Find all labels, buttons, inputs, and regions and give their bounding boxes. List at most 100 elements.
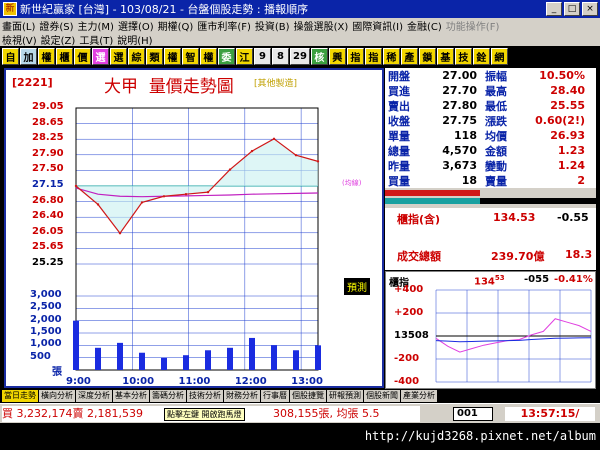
- tab-0[interactable]: 當日走勢: [2, 390, 38, 402]
- stat-v2: 1.23: [557, 144, 585, 157]
- chart-title: 大甲 量價走勢圖: [104, 72, 234, 97]
- stock-name: 大甲: [104, 77, 138, 97]
- tab-7[interactable]: 行事曆: [261, 390, 289, 402]
- toolbar-button[interactable]: 選: [110, 47, 127, 65]
- mini-tick-label: -200: [394, 353, 420, 364]
- time-tick-label: 11:00: [178, 376, 211, 387]
- tab-11[interactable]: 產業分析: [401, 390, 437, 402]
- toolbar-button[interactable]: 指: [364, 47, 382, 65]
- price-tick-label: 27.15: [32, 179, 64, 190]
- stat-lbl2: 漲跌: [485, 114, 507, 128]
- otc-index-box: 櫃指(含) 134.53 -0.55 成交總額 239.70億 18.3: [385, 208, 596, 270]
- menu-item[interactable]: 說明(H): [115, 32, 154, 47]
- menu-item[interactable]: 功能操作(F): [444, 18, 502, 33]
- toolbar-button[interactable]: 興: [328, 47, 346, 65]
- toolbar-button[interactable]: 權: [200, 47, 217, 65]
- menu-item[interactable]: 主力(M): [76, 18, 116, 33]
- close-button[interactable]: ×: [582, 2, 598, 16]
- status-bar: 買 3,232,174賣 2,181,539 308,155張, 均張 5.5 點…: [0, 403, 600, 423]
- mini-change: -055: [524, 274, 550, 285]
- tab-5[interactable]: 技術分析: [187, 390, 223, 402]
- tab-3[interactable]: 基本分析: [113, 390, 149, 402]
- stat-v1: 3,673: [442, 159, 477, 172]
- stat-row: 買進 27.70 最高 28.40: [385, 83, 596, 98]
- menu-item[interactable]: 選擇(O): [116, 18, 156, 33]
- toolbar-button[interactable]: 類: [146, 47, 163, 65]
- stat-row: 單量 118 均價 26.93: [385, 128, 596, 143]
- price-point: [140, 201, 144, 204]
- toolbar-button[interactable]: 選: [92, 47, 109, 65]
- stat-lbl2: 振幅: [485, 69, 507, 83]
- tab-8[interactable]: 個股捷覽: [290, 390, 326, 402]
- maximize-button[interactable]: □: [564, 2, 580, 16]
- page-number[interactable]: 001: [453, 407, 493, 421]
- stat-row: 賣出 27.80 最低 25.55: [385, 98, 596, 113]
- toolbar-button[interactable]: 稀: [382, 47, 400, 65]
- menu-item[interactable]: 畫面(L): [0, 18, 37, 33]
- menu-item[interactable]: 工具(T): [77, 32, 115, 47]
- volume-bar: [293, 350, 299, 370]
- window-title: 新世紀贏家 [台灣] - 103/08/21 - 台盤個股走勢 : 播報順序: [20, 3, 309, 16]
- stat-v2: 26.93: [550, 129, 585, 142]
- volume-tick-label: 2,500: [30, 301, 62, 313]
- volume-bar: [95, 347, 101, 370]
- minimize-button[interactable]: _: [546, 2, 562, 16]
- toolbar-button[interactable]: 自: [2, 47, 19, 65]
- menu-item[interactable]: 設定(Z): [39, 32, 78, 47]
- toolbar-button[interactable]: 權: [164, 47, 181, 65]
- toolbar-button[interactable]: 銓: [472, 47, 490, 65]
- toolbar-button[interactable]: 鎖: [418, 47, 436, 65]
- stat-lbl2: 最高: [485, 84, 507, 98]
- toolbar-button[interactable]: 價: [74, 47, 91, 65]
- toolbar-button[interactable]: 指: [346, 47, 364, 65]
- mini-tick-label: +400: [394, 284, 424, 295]
- toolbar-button[interactable]: 江: [236, 47, 253, 65]
- menu-item[interactable]: 金融(C): [405, 18, 444, 33]
- stat-v1: 27.80: [442, 99, 477, 112]
- toolbar-button[interactable]: 綜: [128, 47, 145, 65]
- toolbar-button[interactable]: 技: [454, 47, 472, 65]
- menu-bar: 畫面(L) 證券(S) 主力(M) 選擇(O) 期權(Q) 匯市利率(F) 投資(B) 操盤選…: [0, 18, 600, 47]
- menu-item[interactable]: 檢視(V): [0, 32, 39, 47]
- toolbar-button[interactable]: 產: [400, 47, 418, 65]
- volume-tick-label: 3,000: [30, 289, 62, 300]
- tab-4[interactable]: 籌碼分析: [150, 390, 186, 402]
- toolbar-button[interactable]: 加: [20, 47, 37, 65]
- toolbar-button[interactable]: 委: [218, 47, 235, 65]
- menu-item[interactable]: 證券(S): [37, 18, 75, 33]
- menu-item[interactable]: 投資(B): [253, 18, 292, 33]
- stat-lbl: 昨量: [388, 159, 410, 173]
- toolbar-button[interactable]: 權: [38, 47, 55, 65]
- menu-item[interactable]: 國際資訊(I): [350, 18, 405, 33]
- tab-6[interactable]: 財務分析: [224, 390, 260, 402]
- tab-10[interactable]: 個股新聞: [364, 390, 400, 402]
- menu-item[interactable]: 期權(Q): [156, 18, 196, 33]
- toolbar-button[interactable]: 網: [490, 47, 508, 65]
- mini-value-sub: 53: [494, 274, 505, 282]
- menu-item[interactable]: 操盤選股(X): [292, 18, 351, 33]
- tab-2[interactable]: 深度分析: [76, 390, 112, 402]
- stock-code: [2221]: [12, 76, 53, 89]
- index-change: -0.55: [557, 211, 589, 224]
- toolbar-button[interactable]: 核: [310, 47, 328, 65]
- menu-item[interactable]: 匯市利率(F): [195, 18, 253, 33]
- stat-v1: 27.75: [442, 114, 477, 127]
- toolbar-button[interactable]: 智: [182, 47, 199, 65]
- toolbar-button[interactable]: 9: [254, 47, 271, 65]
- analysis-tabs: 當日走勢 橫向分析 深度分析 基本分析 籌碼分析 技術分析 財務分析 行事曆 個股捷覽 研報預測個…: [0, 389, 600, 403]
- chart-type-title: 量價走勢圖: [148, 77, 234, 97]
- mini-value: 13453: [474, 274, 505, 287]
- price-point: [206, 190, 210, 194]
- tab-1[interactable]: 橫向分析: [39, 390, 75, 402]
- toolbar-button[interactable]: 29: [290, 47, 310, 65]
- forecast-button[interactable]: 預測: [344, 278, 370, 295]
- toolbar-button[interactable]: 基: [436, 47, 454, 65]
- tab-9[interactable]: 研報預測: [327, 390, 363, 402]
- toolbar-button[interactable]: 8: [272, 47, 289, 65]
- time-tick-label: 12:00: [234, 376, 267, 387]
- quote-stats: 開盤 27.00 振幅 10.50% 買進 27.70 最高 28.40 賣出 27.80 最低 25…: [385, 68, 596, 188]
- stat-lbl2: 變動: [485, 159, 507, 173]
- time-tick-label: 10:00: [122, 376, 155, 387]
- volume-bar: [161, 357, 167, 370]
- toolbar-button[interactable]: 櫃: [56, 47, 73, 65]
